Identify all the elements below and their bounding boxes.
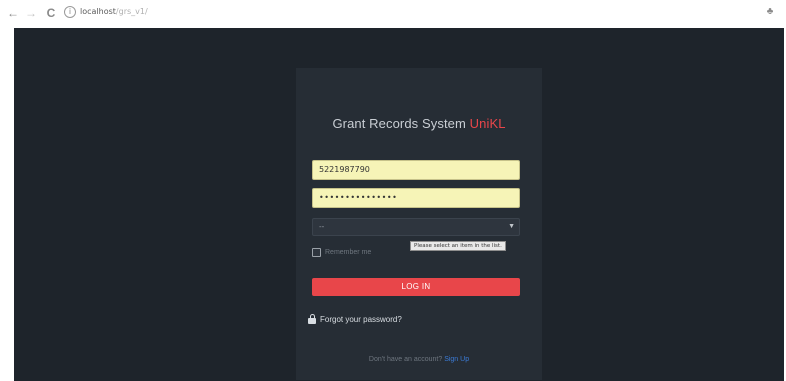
title-text: Grant Records System [332,116,470,131]
site-info-icon[interactable]: i [64,6,76,18]
role-select-value: -- [319,222,325,231]
validation-tooltip: Please select an item in the list. [410,241,506,251]
remember-me-checkbox[interactable] [312,247,321,257]
lock-icon [308,314,316,324]
role-select[interactable]: -- ▼ [312,218,520,236]
url-path: /grs_v1/ [115,7,148,16]
signup-link[interactable]: Sign Up [444,356,469,363]
chevron-down-icon: ▼ [508,223,515,230]
signup-prompt-text: Don't have an account? [368,356,445,363]
login-button[interactable]: LOG IN [312,278,520,296]
forgot-password-link[interactable]: Forgot your password? [308,314,402,324]
reload-icon[interactable]: C [44,6,58,20]
forgot-password-label: Forgot your password? [320,314,402,324]
login-card: Grant Records System UniKL 5221987790 ••… [296,68,542,380]
signup-prompt: Don't have an account? Sign Up [296,356,542,363]
password-input[interactable]: ••••••••••••••• [312,188,520,208]
forward-arrow-icon[interactable]: → [24,6,38,20]
extension-icon[interactable]: ♣ [764,6,776,18]
remember-me-label: Remember me [325,248,372,256]
address-bar[interactable]: localhost/grs_v1/ [80,7,148,16]
page-title: Grant Records System UniKL [296,116,542,131]
user-id-input[interactable]: 5221987790 [312,160,520,180]
back-arrow-icon[interactable]: ← [6,6,20,20]
remember-me-toggle[interactable]: Remember me [312,246,371,258]
title-brand: UniKL [469,116,506,131]
browser-toolbar: ← → C i localhost/grs_v1/ ♣ [0,0,786,26]
url-host: localhost [80,7,116,16]
page-background: Grant Records System UniKL 5221987790 ••… [14,28,784,381]
